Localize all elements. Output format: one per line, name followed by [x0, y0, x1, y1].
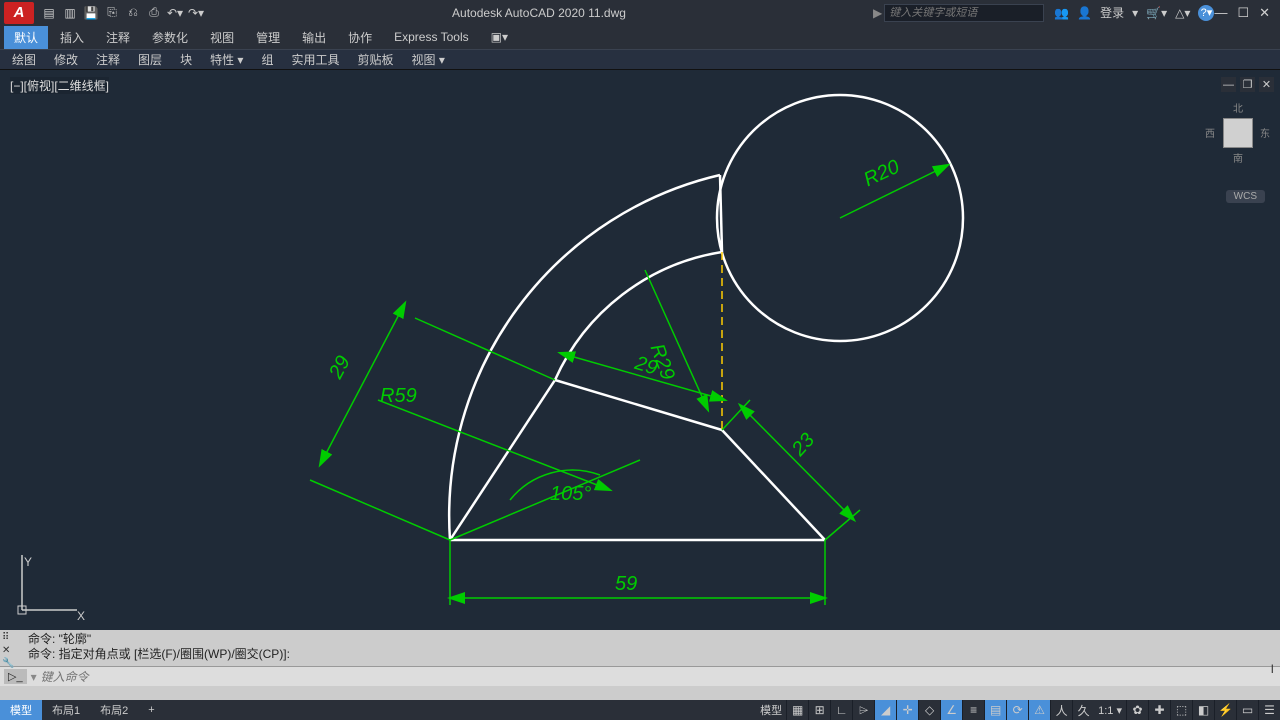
status-plus-icon[interactable]: ✚: [1148, 700, 1170, 720]
minimize-button[interactable]: —: [1214, 5, 1227, 21]
maximize-button[interactable]: ☐: [1237, 5, 1249, 21]
qat-undo-icon[interactable]: ↶▾: [166, 4, 184, 22]
qat-save-icon[interactable]: 💾: [82, 4, 100, 22]
panel-view[interactable]: 视图 ▾: [403, 50, 452, 69]
tab-manage[interactable]: 管理: [246, 26, 290, 49]
user-icon[interactable]: 👤: [1077, 6, 1092, 20]
title-right-controls: 👥 👤 登录 ▾ 🛒▾ △▾ ?▾: [1054, 4, 1214, 21]
tab-express[interactable]: Express Tools: [384, 27, 478, 47]
dropdown-icon[interactable]: ▾: [1132, 6, 1138, 20]
status-ortho-icon[interactable]: ∟: [830, 700, 852, 720]
status-clean-icon[interactable]: ▭: [1236, 700, 1258, 720]
command-input[interactable]: [37, 670, 1280, 684]
tab-add[interactable]: +: [138, 702, 164, 718]
status-isoplane-icon[interactable]: ◢: [874, 700, 896, 720]
panel-modify[interactable]: 修改: [46, 50, 86, 69]
ucs-y-label: Y: [24, 555, 32, 569]
dim-r59: R59: [380, 385, 417, 407]
panel-tabs: 绘图 修改 注释 图层 块 特性 ▾ 组 实用工具 剪贴板 视图 ▾: [0, 50, 1280, 70]
close-button[interactable]: ✕: [1259, 5, 1270, 21]
tab-annotate[interactable]: 注释: [96, 26, 140, 49]
panel-block[interactable]: 块: [172, 50, 200, 69]
status-3dosnap-icon[interactable]: ◇: [918, 700, 940, 720]
tab-view[interactable]: 视图: [200, 26, 244, 49]
drawing-viewport[interactable]: [−][俯视][二维线框] — ❐ ✕ 北 南 东 西 WCS: [0, 70, 1280, 630]
qat-saveas-icon[interactable]: ⎘: [103, 4, 121, 22]
qat-open-icon[interactable]: ▥: [61, 4, 79, 22]
dim-29a: 29: [325, 352, 355, 383]
status-scale[interactable]: 1:1 ▾: [1094, 704, 1126, 717]
status-osnap-icon[interactable]: ✛: [896, 700, 918, 720]
cart-icon[interactable]: 🛒▾: [1146, 6, 1167, 20]
command-area: ⠿ ✕ 🔧 命令: "轮廓" 命令: 指定对角点或 [栏选(F)/圈围(WP)/…: [0, 630, 1280, 700]
cmd-close-icon[interactable]: ✕: [2, 645, 14, 656]
ribbon-more-icon[interactable]: ▣▾: [481, 27, 518, 47]
ribbon-tabs: 默认 插入 注释 参数化 视图 管理 输出 协作 Express Tools ▣…: [0, 25, 1280, 50]
cmd-settings-icon[interactable]: 🔧: [2, 658, 14, 669]
dim-r20: R20: [860, 156, 903, 191]
tab-model[interactable]: 模型: [0, 700, 42, 720]
tab-default[interactable]: 默认: [4, 26, 48, 49]
login-button[interactable]: 登录: [1100, 4, 1124, 21]
ucs-x-label: X: [77, 609, 85, 623]
status-polar-icon[interactable]: ⌲: [852, 700, 874, 720]
qat-saveall-icon[interactable]: ⎌: [124, 4, 142, 22]
status-otrack-icon[interactable]: ∠: [940, 700, 962, 720]
drawing-canvas[interactable]: 59 29 29 23 R59 R29 R20 105°: [0, 70, 1280, 630]
status-custom-icon[interactable]: ☰: [1258, 700, 1280, 720]
cmd-line-2: 命令: 指定对角点或 [栏选(F)/圈围(WP)/圈交(CP)]:: [28, 647, 1274, 662]
status-snap-icon[interactable]: ⊞: [808, 700, 830, 720]
status-cycling-icon[interactable]: ⟳: [1006, 700, 1028, 720]
panel-layers[interactable]: 图层: [130, 50, 170, 69]
help-icon[interactable]: ?▾: [1198, 5, 1214, 21]
command-history: 命令: "轮廓" 命令: 指定对角点或 [栏选(F)/圈围(WP)/圈交(CP)…: [0, 630, 1280, 666]
panel-properties[interactable]: 特性 ▾: [202, 50, 251, 69]
tab-layout1[interactable]: 布局1: [42, 700, 90, 720]
qat-new-icon[interactable]: ▤: [40, 4, 58, 22]
status-grid-icon[interactable]: ▦: [786, 700, 808, 720]
status-ui-icon[interactable]: ⬚: [1170, 700, 1192, 720]
window-controls: — ☐ ✕: [1214, 5, 1276, 21]
text-cursor: I: [1271, 662, 1274, 676]
status-isolate-icon[interactable]: ◧: [1192, 700, 1214, 720]
panel-utilities[interactable]: 实用工具: [283, 50, 347, 69]
cmd-line-1: 命令: "轮廓": [28, 632, 1274, 647]
qat-redo-icon[interactable]: ↷▾: [187, 4, 205, 22]
status-annomonitor-icon[interactable]: ⚠: [1028, 700, 1050, 720]
qat-plot-icon[interactable]: ⎙: [145, 4, 163, 22]
status-autoscale-icon[interactable]: 久: [1072, 700, 1094, 720]
tab-insert[interactable]: 插入: [50, 26, 94, 49]
app-title: Autodesk AutoCAD 2020 11.dwg: [205, 6, 873, 20]
tab-layout2[interactable]: 布局2: [90, 700, 138, 720]
tab-output[interactable]: 输出: [292, 26, 336, 49]
panel-group[interactable]: 组: [253, 50, 281, 69]
panel-draw[interactable]: 绘图: [4, 50, 44, 69]
status-transparency-icon[interactable]: ▤: [984, 700, 1006, 720]
search-input[interactable]: [884, 4, 1044, 22]
apps-icon[interactable]: △▾: [1175, 6, 1190, 20]
status-bar: 模型 布局1 布局2 + 模型 ▦ ⊞ ∟ ⌲ ◢ ✛ ◇ ∠ ≡ ▤ ⟳ ⚠ …: [0, 700, 1280, 720]
dim-angle: 105°: [550, 483, 591, 505]
command-input-row: ▷_ ▾: [0, 666, 1280, 686]
status-model-label[interactable]: 模型: [756, 702, 786, 718]
cmd-side-controls: ⠿ ✕ 🔧: [2, 632, 14, 669]
tab-collab[interactable]: 协作: [338, 26, 382, 49]
status-annoscale-icon[interactable]: 人: [1050, 700, 1072, 720]
status-gear-icon[interactable]: ✿: [1126, 700, 1148, 720]
title-bar: A ▤ ▥ 💾 ⎘ ⎌ ⎙ ↶▾ ↷▾ Autodesk AutoCAD 202…: [0, 0, 1280, 25]
search-play-icon: ▶: [873, 6, 882, 20]
cmd-prompt-icon[interactable]: ▷_: [4, 669, 27, 684]
panel-clipboard[interactable]: 剪贴板: [349, 50, 401, 69]
layout-tabs: 模型 布局1 布局2 +: [0, 700, 165, 720]
quick-access-toolbar: ▤ ▥ 💾 ⎘ ⎌ ⎙ ↶▾ ↷▾: [40, 4, 205, 22]
panel-annotate[interactable]: 注释: [88, 50, 128, 69]
status-right: 模型 ▦ ⊞ ∟ ⌲ ◢ ✛ ◇ ∠ ≡ ▤ ⟳ ⚠ 人 久 1:1 ▾ ✿ ✚…: [756, 700, 1280, 720]
app-logo: A: [4, 2, 34, 24]
cmd-grip-icon[interactable]: ⠿: [2, 632, 14, 643]
tab-parametric[interactable]: 参数化: [142, 26, 198, 49]
status-lwt-icon[interactable]: ≡: [962, 700, 984, 720]
dim-59: 59: [615, 573, 637, 595]
status-hwaccel-icon[interactable]: ⚡: [1214, 700, 1236, 720]
signin-icon[interactable]: 👥: [1054, 6, 1069, 20]
